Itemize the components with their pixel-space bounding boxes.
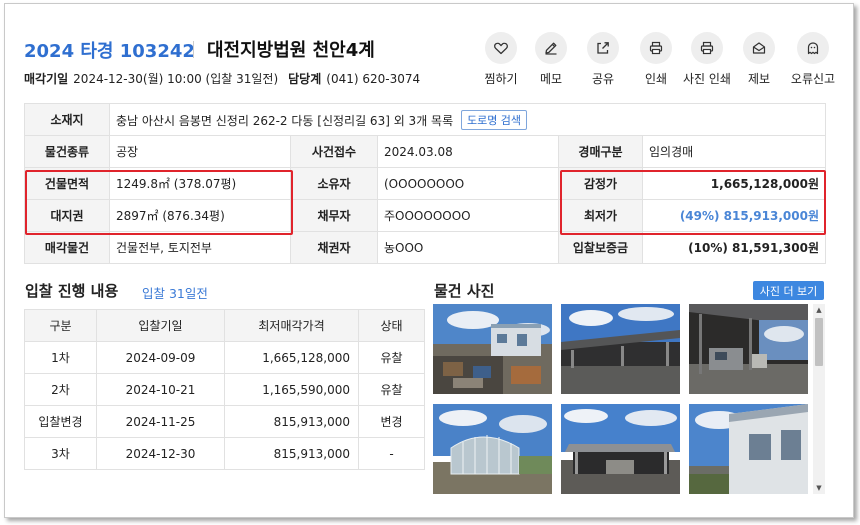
table-row: 2차 2024-10-21 1,165,590,000 유찰	[24, 373, 425, 406]
location-label: 소재지	[24, 103, 110, 136]
auction-type-label: 경매구분	[558, 135, 643, 168]
heart-icon	[494, 42, 508, 55]
photo-scrollbar[interactable]: ▲ ▼	[813, 304, 825, 494]
appraisal-value: 1,665,128,000원	[642, 167, 826, 200]
column-header-price: 최저매각가격	[224, 309, 359, 342]
bid-price: 815,913,000	[224, 405, 359, 438]
location-cell: 충남 아산시 음봉면 신정리 262-2 다동 [신정리길 63] 외 3개 목…	[109, 103, 826, 136]
title-divider	[193, 41, 194, 58]
table-row: 1차 2024-09-09 1,665,128,000 유찰	[24, 341, 425, 374]
scroll-thumb[interactable]	[815, 318, 823, 366]
memo-button[interactable]: 메모	[523, 32, 579, 87]
action-toolbar: 찜하기 메모 공유 인쇄 사진 인쇄 제보 오류신고	[473, 32, 849, 92]
photo-print-button[interactable]: 사진 인쇄	[679, 32, 735, 87]
sale-date-label: 매각기일	[24, 72, 69, 86]
property-info-table: 소재지 충남 아산시 음봉면 신정리 262-2 다동 [신정리길 63] 외 …	[24, 103, 826, 264]
appraisal-label: 감정가	[558, 167, 643, 200]
photos-title: 물건 사진	[434, 282, 495, 300]
bid-date: 2024-11-25	[96, 405, 225, 438]
info-row: 물건종류 공장 사건접수 2024.03.08 경매구분 임의경매	[24, 135, 826, 168]
error-report-button[interactable]: 오류신고	[785, 32, 841, 87]
ghost-icon	[807, 42, 819, 55]
debtor-label: 채무자	[290, 199, 378, 232]
auction-type-value: 임의경매	[642, 135, 826, 168]
column-header-round: 구분	[24, 309, 97, 342]
bid-history-table: 구분 입찰기일 최저매각가격 상태 1차 2024-09-09 1,665,12…	[24, 309, 425, 470]
deposit-value: (10%) 81,591,300원	[642, 231, 826, 264]
bid-round: 입찰변경	[24, 405, 97, 438]
bid-price: 815,913,000	[224, 437, 359, 470]
property-photo-thumbnail[interactable]	[689, 304, 808, 394]
sale-item-value: 건물전부, 토지전부	[109, 231, 291, 264]
property-photo-thumbnail[interactable]	[561, 304, 680, 394]
bid-round: 1차	[24, 341, 97, 374]
sale-info: 매각기일 2024-12-30(월) 10:00 (입찰 31일전) 담당계 (041…	[24, 70, 420, 87]
location-row: 소재지 충남 아산시 음봉면 신정리 262-2 다동 [신정리길 63] 외 …	[24, 103, 826, 136]
court-title: 대전지방법원 천안4계	[207, 40, 375, 61]
table-row: 입찰변경 2024-11-25 815,913,000 변경	[24, 405, 425, 438]
creditor-label: 채권자	[290, 231, 378, 264]
land-right-value: 2897㎡ (876.34평)	[109, 199, 291, 232]
bid-status: 유찰	[358, 341, 425, 374]
building-area-value: 1249.8㎡ (378.07평)	[109, 167, 291, 200]
bid-date: 2024-09-09	[96, 341, 225, 374]
building-area-label: 건물면적	[24, 167, 110, 200]
column-header-date: 입찰기일	[96, 309, 225, 342]
location-value: 충남 아산시 음봉면 신정리 262-2 다동 [신정리길 63] 외 3개 목…	[116, 113, 454, 128]
bid-round: 2차	[24, 373, 97, 406]
owner-value: (OOOOOOOO	[377, 167, 559, 200]
more-photos-button[interactable]: 사진 더 보기	[753, 281, 824, 300]
share-button[interactable]: 공유	[575, 32, 631, 87]
info-row: 매각물건 건물전부, 토지전부 채권자 농OOO 입찰보증금 (10%) 81,…	[24, 231, 826, 264]
info-row: 대지권 2897㎡ (876.34평) 채무자 주OOOOOOOO 최저가 (4…	[24, 199, 826, 232]
bid-status: -	[358, 437, 425, 470]
bid-status-link[interactable]: 변경	[358, 405, 425, 438]
photo-grid	[433, 304, 811, 494]
favorite-button[interactable]: 찜하기	[473, 32, 529, 87]
road-address-search-button[interactable]: 도로명 검색	[460, 109, 528, 130]
bid-history-title: 입찰 진행 내용	[25, 282, 119, 300]
deposit-label: 입찰보증금	[558, 231, 643, 264]
bid-date: 2024-10-21	[96, 373, 225, 406]
property-photo-thumbnail[interactable]	[689, 404, 808, 494]
minimum-price-value: (49%) 815,913,000원	[642, 199, 826, 232]
bid-status: 유찰	[358, 373, 425, 406]
filed-date-value: 2024.03.08	[377, 135, 559, 168]
photo-printer-icon	[700, 41, 714, 55]
property-photo-thumbnail[interactable]	[561, 404, 680, 494]
column-header-status: 상태	[358, 309, 425, 342]
bid-price: 1,165,590,000	[224, 373, 359, 406]
owner-label: 소유자	[290, 167, 378, 200]
pencil-icon	[545, 42, 557, 55]
dept-label: 담당계	[288, 72, 322, 86]
creditor-value: 농OOO	[377, 231, 559, 264]
debtor-value: 주OOOOOOOO	[377, 199, 559, 232]
report-button[interactable]: 제보	[731, 32, 787, 87]
table-row: 3차 2024-12-30 815,913,000 -	[24, 437, 425, 470]
scroll-down-arrow-icon[interactable]: ▼	[813, 482, 825, 494]
property-photo-thumbnail[interactable]	[433, 304, 552, 394]
minimum-price-label: 최저가	[558, 199, 643, 232]
printer-icon	[649, 41, 663, 55]
sale-item-label: 매각물건	[24, 231, 110, 264]
bid-price: 1,665,128,000	[224, 341, 359, 374]
bid-date: 2024-12-30	[96, 437, 225, 470]
property-type-label: 물건종류	[24, 135, 110, 168]
auction-detail-window: 2024 타경 103242 대전지방법원 천안4계 매각기일 2024-12-3…	[4, 3, 854, 518]
land-right-label: 대지권	[24, 199, 110, 232]
dept-phone: (041) 620-3074	[326, 72, 421, 86]
property-type-value: 공장	[109, 135, 291, 168]
info-row: 건물면적 1249.8㎡ (378.07평) 소유자 (OOOOOOOO 감정가…	[24, 167, 826, 200]
bid-round: 3차	[24, 437, 97, 470]
filed-date-label: 사건접수	[290, 135, 378, 168]
print-button[interactable]: 인쇄	[628, 32, 684, 87]
property-photo-thumbnail[interactable]	[433, 404, 552, 494]
scroll-up-arrow-icon[interactable]: ▲	[813, 304, 825, 316]
case-number: 2024 타경 103242	[24, 41, 195, 62]
bid-header-row: 구분 입찰기일 최저매각가격 상태	[24, 309, 425, 342]
share-icon	[597, 42, 609, 54]
envelope-icon	[752, 42, 766, 54]
bid-days-left: 입찰 31일전	[142, 286, 208, 301]
sale-date-value: 2024-12-30(월) 10:00 (입찰 31일전)	[73, 72, 279, 86]
